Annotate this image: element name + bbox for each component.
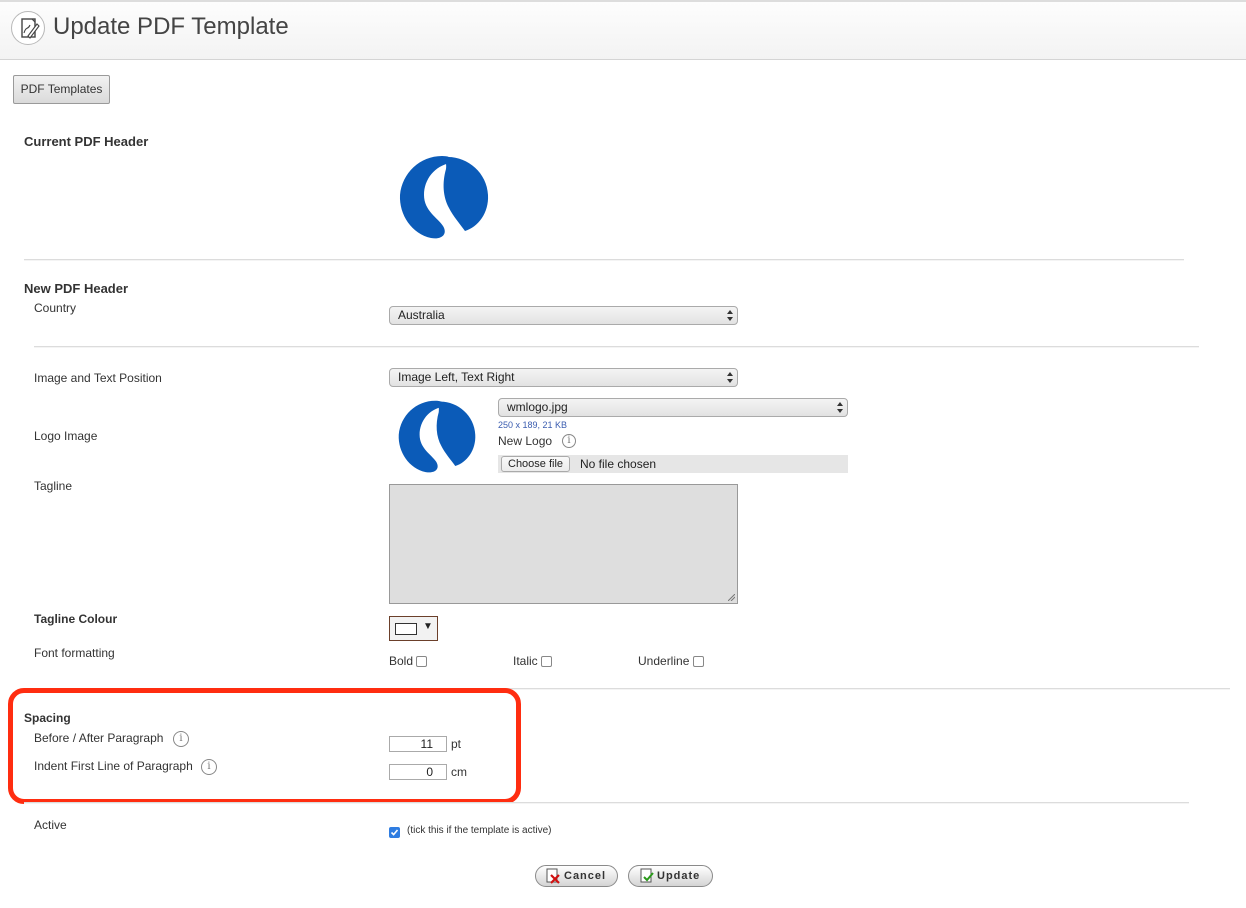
no-file-text: No file chosen <box>580 457 657 471</box>
bold-checkbox[interactable] <box>416 656 427 667</box>
spacing-highlight-outline <box>8 688 521 804</box>
bold-label: Bold <box>389 654 414 668</box>
logo-meta: 250 x 189, 21 KB <box>498 420 568 430</box>
underline-label: Underline <box>638 654 690 668</box>
new-logo-file-input[interactable]: Choose file No file chosen <box>498 455 848 473</box>
resize-handle-icon[interactable] <box>728 594 735 601</box>
logo-file-value: wmlogo.jpg <box>507 400 568 414</box>
cancel-label: Cancel <box>564 870 607 882</box>
section-divider <box>34 346 1199 347</box>
select-arrows-icon <box>837 402 843 413</box>
italic-checkbox[interactable] <box>541 656 552 667</box>
tagline-colour-picker[interactable]: ▼ <box>389 616 438 641</box>
checkmark-icon <box>390 829 399 836</box>
new-header-title: New PDF Header <box>24 281 129 296</box>
font-formatting-label: Font formatting <box>34 646 115 660</box>
section-divider <box>24 259 1184 260</box>
dropdown-arrow-icon: ▼ <box>423 621 433 632</box>
position-select[interactable]: Image Left, Text Right <box>389 368 738 387</box>
choose-file-button[interactable]: Choose file <box>501 456 571 472</box>
tagline-label: Tagline <box>34 479 73 493</box>
cancel-button[interactable]: Cancel <box>535 865 618 887</box>
page-title: Update PDF Template <box>53 13 289 40</box>
active-checkbox[interactable] <box>389 827 400 838</box>
update-icon <box>640 868 654 883</box>
new-logo-label: New Logo <box>498 434 553 448</box>
current-header-title: Current PDF Header <box>24 134 149 149</box>
country-select-value: Australia <box>398 308 445 322</box>
logo-image-label: Logo Image <box>34 429 98 443</box>
current-logo-image <box>399 156 489 239</box>
underline-checkbox[interactable] <box>693 656 704 667</box>
active-note: (tick this if the template is active) <box>407 825 552 836</box>
select-arrows-icon <box>727 372 733 383</box>
country-select[interactable]: Australia <box>389 306 738 325</box>
active-label: Active <box>34 818 67 832</box>
country-label: Country <box>34 301 77 315</box>
section-divider <box>24 802 1189 803</box>
position-label: Image and Text Position <box>34 371 162 385</box>
italic-label: Italic <box>513 654 538 668</box>
position-select-value: Image Left, Text Right <box>398 370 515 384</box>
pdf-templates-button[interactable]: PDF Templates <box>13 75 110 104</box>
tagline-textarea[interactable] <box>389 484 738 604</box>
info-icon[interactable]: i <box>562 434 576 448</box>
select-arrows-icon <box>727 310 733 321</box>
logo-file-select[interactable]: wmlogo.jpg <box>498 398 848 417</box>
pdf-edit-icon <box>11 11 45 45</box>
update-button[interactable]: Update <box>628 865 713 887</box>
update-label: Update <box>657 870 701 882</box>
tagline-colour-label: Tagline Colour <box>34 612 118 626</box>
cancel-icon <box>546 868 560 884</box>
logo-image-preview <box>398 400 476 473</box>
colour-swatch <box>395 623 417 635</box>
